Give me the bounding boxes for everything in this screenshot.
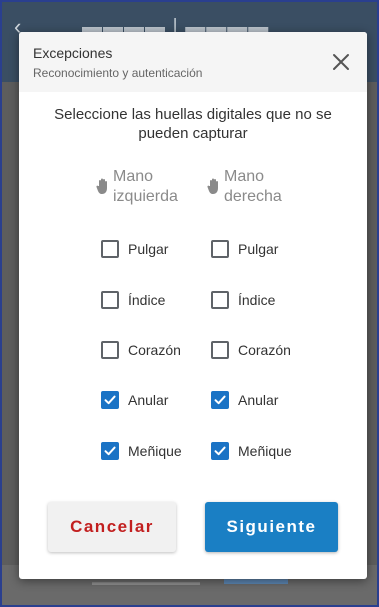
left-menique-label[interactable]: Meñique [128,443,182,459]
instruction-text: Seleccione las huellas digitales que no … [54,106,332,142]
left-menique-checkbox[interactable] [101,442,119,460]
left-hand-label: Mano izquierda [113,167,178,207]
left-anular-label[interactable]: Anular [128,392,168,408]
right-corazon-label[interactable]: Corazón [238,342,291,358]
left-hand-label-line2: izquierda [113,188,178,205]
right-anular-checkbox[interactable] [211,391,229,409]
right-indice-checkbox[interactable] [211,291,229,309]
check-icon [104,446,116,456]
right-hand-label: Mano derecha [224,167,282,207]
left-indice-label[interactable]: Índice [128,292,165,308]
left-hand-header: Mano izquierda [95,167,205,207]
right-hand-label-line1: Mano [224,168,265,185]
right-anular-label[interactable]: Anular [238,392,278,408]
right-corazon-checkbox[interactable] [211,341,229,359]
check-icon [104,395,116,405]
left-hand-label-line1: Mano [113,168,154,185]
right-indice-label[interactable]: Índice [238,292,275,308]
close-icon [333,54,349,70]
exceptions-dialog: Excepciones Reconocimiento y autenticaci… [19,32,367,579]
left-indice-checkbox[interactable] [101,291,119,309]
left-anular-checkbox[interactable] [101,391,119,409]
left-pulgar-checkbox[interactable] [101,240,119,258]
left-corazon-checkbox[interactable] [101,341,119,359]
finger-row-pulgar: Pulgar Pulgar [19,237,367,263]
dialog-header: Excepciones Reconocimiento y autenticaci… [19,32,367,92]
close-button[interactable] [329,50,353,74]
right-hand-header: Mano derecha [206,167,316,207]
dialog-title: Excepciones [33,45,113,61]
hand-icon [96,178,107,194]
left-corazon-label[interactable]: Corazón [128,342,181,358]
dialog-subtitle: Reconocimiento y autenticación [33,66,203,80]
right-hand-label-line2: derecha [224,188,282,205]
finger-row-indice: Índice Índice [19,288,367,314]
finger-row-corazon: Corazón Corazón [19,338,367,364]
right-menique-label[interactable]: Meñique [238,443,292,459]
app-frame: ‹ ▬▬▬▬ | ▬▬▬▬ ▬▬▬▬▬▬▬▬▬▬▬▬ ▬▬▬▬ Excepcio… [0,0,379,607]
finger-row-menique: Meñique Meñique [19,439,367,465]
finger-row-anular: Anular Anular [19,388,367,414]
check-icon [214,395,226,405]
right-pulgar-label[interactable]: Pulgar [238,241,278,257]
check-icon [214,446,226,456]
next-button[interactable]: Siguiente [205,502,338,552]
right-menique-checkbox[interactable] [211,442,229,460]
right-pulgar-checkbox[interactable] [211,240,229,258]
hand-icon [207,178,218,194]
left-pulgar-label[interactable]: Pulgar [128,241,168,257]
cancel-button[interactable]: Cancelar [48,502,176,552]
